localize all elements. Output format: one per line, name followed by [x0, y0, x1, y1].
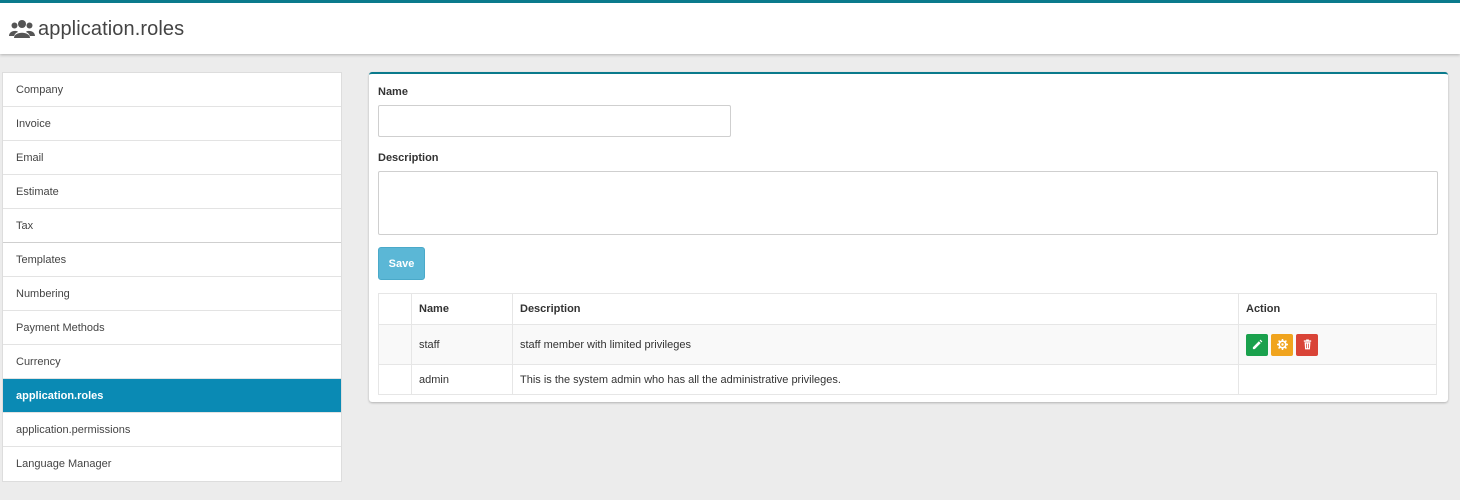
role-action-cell: [1238, 364, 1437, 395]
sidebar-item-email[interactable]: Email: [3, 141, 341, 175]
save-button[interactable]: Save: [378, 247, 425, 280]
sidebar-item-templates[interactable]: Templates: [3, 243, 341, 277]
settings-sidebar: Company Invoice Email Estimate Tax Templ…: [2, 72, 342, 482]
role-description-cell: staff member with limited privileges: [512, 324, 1239, 365]
sidebar-item-currency[interactable]: Currency: [3, 345, 341, 379]
description-input[interactable]: [378, 171, 1438, 235]
role-description-cell: This is the system admin who has all the…: [512, 364, 1239, 395]
role-name-cell: admin: [411, 364, 513, 395]
row-blank-cell: [378, 364, 412, 395]
sidebar-item-language-manager[interactable]: Language Manager: [3, 447, 341, 481]
role-form-panel: Name Description Save Name Description A…: [369, 72, 1448, 402]
users-icon: [9, 20, 35, 38]
sidebar-item-application-permissions[interactable]: application.permissions: [3, 413, 341, 447]
column-header-description: Description: [512, 293, 1239, 325]
table-row: admin This is the system admin who has a…: [378, 364, 1437, 395]
name-input[interactable]: [378, 105, 731, 137]
sidebar-item-tax[interactable]: Tax: [3, 209, 341, 243]
sidebar-item-application-roles[interactable]: application.roles: [3, 379, 341, 413]
sidebar-item-numbering[interactable]: Numbering: [3, 277, 341, 311]
row-blank-cell: [378, 324, 412, 365]
name-label: Name: [378, 86, 408, 98]
description-label: Description: [378, 152, 439, 164]
page-title: application.roles: [38, 17, 185, 40]
trash-icon: [1303, 339, 1311, 350]
edit-icon: [1252, 339, 1262, 350]
role-action-cell: [1238, 324, 1437, 365]
column-header-blank: [378, 293, 412, 325]
roles-table: Name Description Action staff staff memb…: [378, 293, 1437, 395]
sidebar-item-company[interactable]: Company: [3, 73, 341, 107]
role-permissions-button[interactable]: [1271, 333, 1293, 356]
brand: application.roles: [9, 13, 184, 45]
edit-role-button[interactable]: [1246, 333, 1268, 356]
column-header-name: Name: [411, 293, 513, 325]
role-name-cell: staff: [411, 324, 513, 365]
top-header: application.roles: [0, 0, 1460, 54]
gear-icon: [1276, 339, 1288, 350]
sidebar-item-estimate[interactable]: Estimate: [3, 175, 341, 209]
table-header-row: Name Description Action: [378, 293, 1437, 325]
delete-role-button[interactable]: [1296, 333, 1318, 356]
table-row: staff staff member with limited privileg…: [378, 324, 1437, 365]
sidebar-item-payment-methods[interactable]: Payment Methods: [3, 311, 341, 345]
column-header-action: Action: [1238, 293, 1437, 325]
sidebar-item-invoice[interactable]: Invoice: [3, 107, 341, 141]
